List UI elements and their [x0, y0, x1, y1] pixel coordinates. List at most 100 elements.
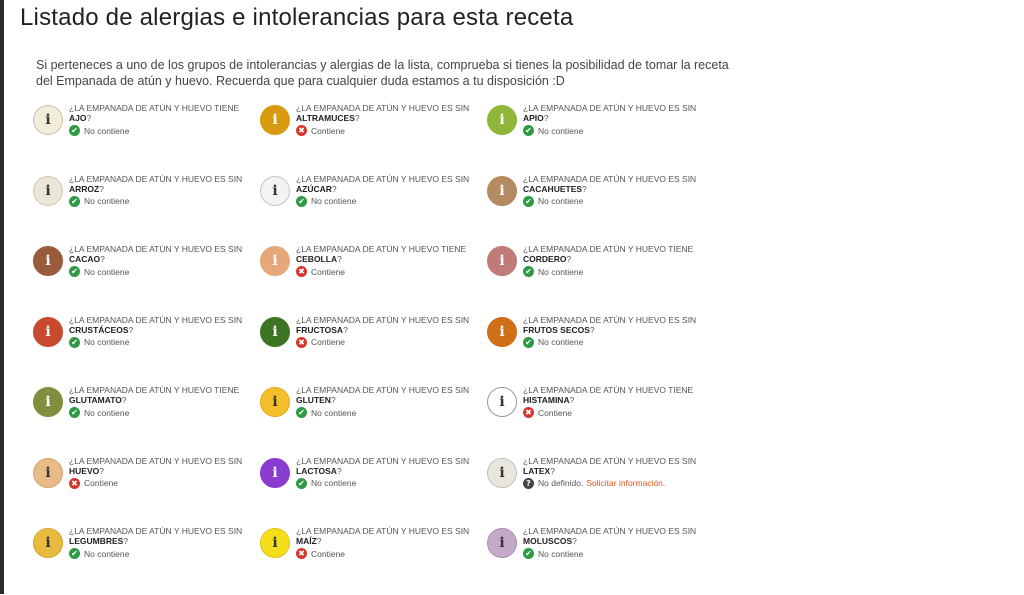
allergen-grid: i ¿La empanada de atún y huevo tiene ajo?… [33, 101, 714, 595]
allergen-question: ¿La empanada de atún y huevo es sin azúc… [296, 173, 470, 194]
info-badge-icon: i [33, 105, 63, 135]
allergen-status: ✔ No contiene [523, 548, 709, 559]
info-badge-icon: i [33, 246, 63, 276]
info-badge-icon: i [487, 528, 517, 558]
info-badge-icon: i [260, 246, 290, 276]
allergen-status: ✔ No contiene [523, 266, 709, 277]
allergen-question: ¿La empanada de atún y huevo es sin caca… [69, 244, 243, 264]
status-label: Contiene [311, 266, 346, 277]
check-icon: ✔ [523, 548, 534, 559]
allergen-status: ✔ No contiene [523, 336, 709, 348]
question-prefix: ¿La empanada de atún y huevo es sin [69, 455, 243, 466]
check-icon: ✔ [523, 125, 534, 136]
cross-icon: ✖ [523, 407, 534, 418]
allergen-item: i ¿La empanada de atún y huevo tiene cebo… [260, 242, 487, 313]
check-icon: ✔ [69, 548, 80, 559]
allergen-status: ✖ Contiene [296, 336, 482, 348]
question-prefix: ¿La empanada de atún y huevo tiene [69, 103, 240, 113]
allergen-status: ? No definido. Solicitar información. [523, 477, 709, 489]
allergen-question: ¿La empanada de atún y huevo es sin huev… [69, 455, 243, 476]
allergen-item: i ¿La empanada de atún y huevo es sin azú… [260, 172, 487, 243]
info-badge-icon: i [487, 175, 517, 206]
allergen-name: cebolla [296, 254, 338, 264]
question-prefix: ¿La empanada de atún y huevo es sin [523, 526, 697, 536]
intro-text: Si perteneces a uno de los grupos de int… [36, 58, 729, 88]
check-icon: ✔ [69, 125, 80, 136]
allergen-name: latex [523, 465, 551, 476]
info-badge-icon: i [260, 105, 290, 135]
allergen-status: ✔ No contiene [523, 125, 709, 136]
allergen-name: ajo [69, 113, 87, 123]
info-badge-icon: i [260, 316, 290, 347]
status-label: No contiene [538, 266, 584, 277]
question-prefix: ¿La empanada de atún y huevo es sin [296, 103, 470, 113]
check-icon: ✔ [296, 477, 307, 489]
request-info-link[interactable]: Solicitar información. [586, 478, 665, 488]
allergen-question: ¿La empanada de atún y huevo es sin caca… [523, 173, 697, 194]
allergen-question: ¿La empanada de atún y huevo tiene ajo? [69, 103, 240, 123]
allergen-name: cordero [523, 254, 567, 264]
allergen-item: i ¿La empanada de atún y huevo tiene hist… [487, 383, 714, 454]
info-badge-icon: i [33, 175, 63, 206]
status-label: No contiene [84, 407, 130, 418]
allergen-item: i ¿La empanada de atún y huevo es sin mol… [487, 524, 714, 595]
status-label: Contiene [311, 125, 346, 136]
status-label: No contiene [84, 548, 130, 559]
status-label: Contiene [311, 337, 346, 347]
check-icon: ✔ [69, 336, 80, 348]
info-badge-icon: i [487, 457, 517, 488]
check-icon: ✔ [523, 195, 534, 207]
status-label: No contiene [311, 407, 357, 418]
allergen-item: i ¿La empanada de atún y huevo es sin hue… [33, 454, 260, 525]
allergen-item: i ¿La empanada de atún y huevo es sin lat… [487, 454, 714, 525]
allergen-name: cacao [69, 254, 101, 264]
allergen-question: ¿La empanada de atún y huevo tiene cebol… [296, 244, 467, 264]
info-badge-icon: i [33, 528, 63, 558]
allergen-item: i ¿La empanada de atún y huevo es sin fru… [260, 313, 487, 384]
check-icon: ✔ [523, 336, 534, 348]
check-icon: ✔ [69, 407, 80, 418]
page-title: Listado de alergias e intolerancias para… [20, 4, 574, 31]
question-prefix: ¿La empanada de atún y huevo es sin [296, 314, 470, 325]
cross-icon: ✖ [296, 336, 307, 348]
info-badge-icon: i [260, 457, 290, 488]
status-label: No contiene [84, 196, 130, 206]
check-icon: ✔ [296, 195, 307, 207]
info-badge-icon: i [33, 316, 63, 347]
allergen-item: i ¿La empanada de atún y huevo tiene cord… [487, 242, 714, 313]
allergen-status: ✔ No contiene [523, 195, 709, 207]
question-prefix: ¿La empanada de atún y huevo es sin [69, 314, 243, 325]
info-badge-icon: i [260, 175, 290, 206]
allergen-status: ✔ No contiene [69, 195, 255, 207]
status-label: No contiene [311, 196, 357, 206]
status-label: No contiene [538, 337, 584, 347]
question-icon: ? [523, 477, 534, 489]
allergen-name: azúcar [296, 183, 332, 194]
allergen-name: huevo [69, 465, 100, 476]
cross-icon: ✖ [69, 477, 80, 489]
allergen-status: ✔ No contiene [296, 195, 482, 207]
allergen-status: ✔ No contiene [69, 407, 255, 418]
allergen-item: i ¿La empanada de atún y huevo es sin cac… [33, 242, 260, 313]
allergen-status: ✖ Contiene [69, 477, 255, 489]
allergen-name: crustáceos [69, 324, 129, 335]
allergen-name: lactosa [296, 465, 337, 476]
allergen-item: i ¿La empanada de atún y huevo es sin fru… [487, 313, 714, 384]
question-prefix: ¿La empanada de atún y huevo es sin [296, 455, 470, 466]
left-edge-strip [0, 0, 4, 594]
allergen-question: ¿La empanada de atún y huevo es sin apio… [523, 103, 697, 123]
status-label: No contiene [84, 125, 130, 136]
allergen-item: i ¿La empanada de atún y huevo es sin cru… [33, 313, 260, 384]
allergen-status: ✔ No contiene [69, 548, 255, 559]
allergen-item: i ¿La empanada de atún y huevo es sin lac… [260, 454, 487, 525]
question-prefix: ¿La empanada de atún y huevo tiene [69, 385, 240, 395]
allergen-name: gluten [296, 395, 331, 405]
allergen-question: ¿La empanada de atún y huevo tiene hista… [523, 385, 694, 405]
allergen-name: altramuces [296, 113, 355, 123]
status-label: No contiene [84, 266, 130, 277]
status-label: No contiene [311, 478, 357, 488]
allergen-question: ¿La empanada de atún y huevo es sin crus… [69, 314, 243, 335]
allergen-item: i ¿La empanada de atún y huevo es sin cac… [487, 172, 714, 243]
check-icon: ✔ [296, 407, 307, 418]
allergen-name: arroz [69, 183, 100, 194]
